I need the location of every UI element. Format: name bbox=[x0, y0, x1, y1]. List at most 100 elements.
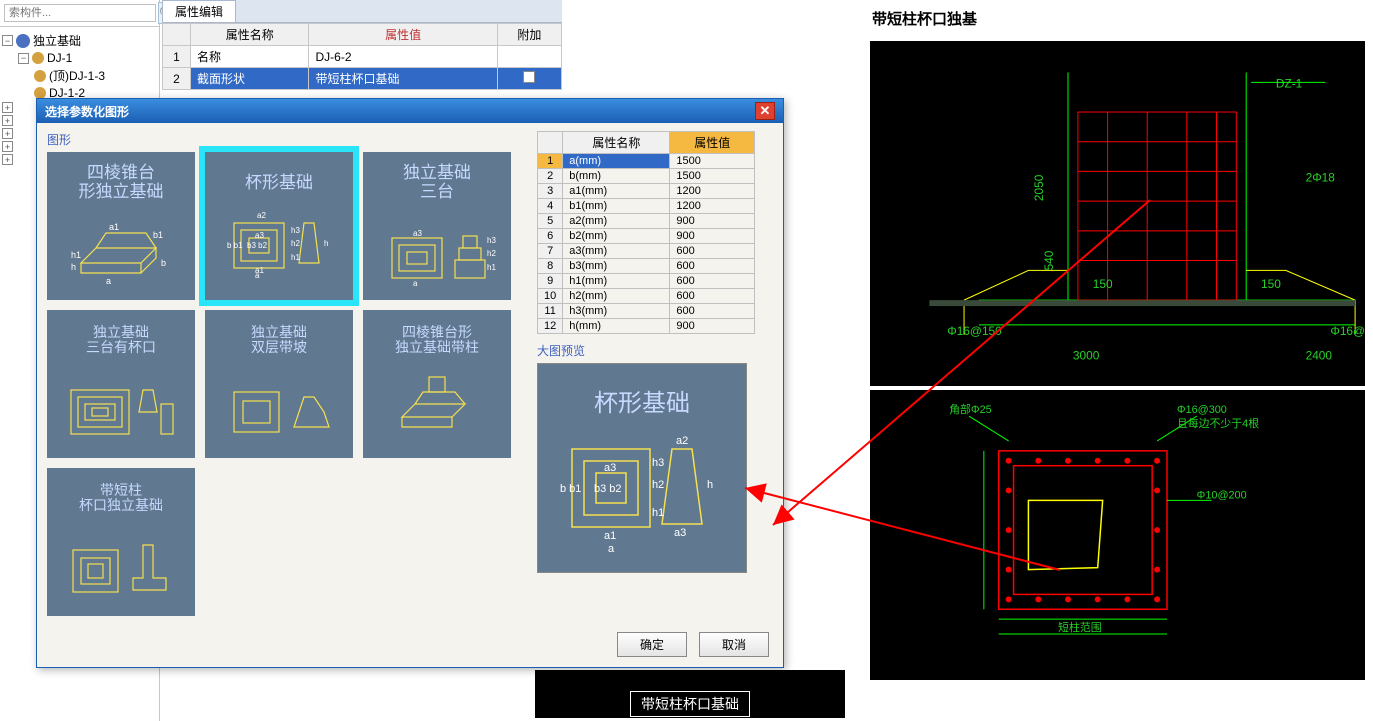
svg-text:h1: h1 bbox=[71, 250, 81, 260]
svg-text:a3: a3 bbox=[413, 229, 422, 238]
collapse-icon[interactable]: − bbox=[2, 35, 13, 46]
tree-root[interactable]: − 独立基础 bbox=[2, 31, 157, 50]
svg-text:a: a bbox=[413, 279, 418, 288]
svg-text:3000: 3000 bbox=[1073, 349, 1100, 363]
param-idx: 10 bbox=[538, 289, 563, 304]
folder-icon bbox=[16, 34, 30, 48]
shape-card-pyramid[interactable]: 四棱锥台形独立基础 h1h a1b1 ab bbox=[47, 152, 195, 300]
param-value[interactable]: 600 bbox=[670, 289, 755, 304]
param-idx: 6 bbox=[538, 229, 563, 244]
param-row[interactable]: 6 b2(mm) 900 bbox=[538, 229, 755, 244]
svg-text:b1: b1 bbox=[153, 230, 163, 240]
dialog-title: 选择参数化图形 bbox=[45, 103, 129, 120]
param-row[interactable]: 8 b3(mm) 600 bbox=[538, 259, 755, 274]
param-row[interactable]: 2 b(mm) 1500 bbox=[538, 169, 755, 184]
svg-text:a3: a3 bbox=[604, 462, 616, 474]
shape-card-cup[interactable]: 杯形基础 b b1b3 b2 a3a1 a2a h3h2 h1h bbox=[205, 152, 353, 300]
preview-box: 杯形基础 b b1 b3 b2 a3 a1 a a2 h3 h2 h1 bbox=[537, 363, 747, 573]
expand-icon[interactable]: + bbox=[2, 102, 13, 113]
param-value[interactable]: 900 bbox=[670, 214, 755, 229]
param-row[interactable]: 12 h(mm) 900 bbox=[538, 319, 755, 334]
close-icon: ✕ bbox=[760, 103, 771, 119]
ok-button[interactable]: 确定 bbox=[617, 632, 687, 657]
tree-leaf[interactable]: (顶)DJ-1-3 bbox=[34, 66, 157, 85]
expand-icon[interactable]: + bbox=[2, 128, 13, 139]
shapes-label: 图形 bbox=[47, 131, 527, 148]
param-value[interactable]: 1500 bbox=[670, 169, 755, 184]
svg-text:a3: a3 bbox=[674, 527, 686, 539]
col-value: 属性值 bbox=[309, 24, 497, 46]
param-name: h(mm) bbox=[563, 319, 670, 334]
checkbox-icon[interactable] bbox=[523, 71, 535, 83]
param-idx: 1 bbox=[538, 154, 563, 169]
preview-label: 大图预览 bbox=[537, 342, 755, 359]
dialog-titlebar[interactable]: 选择参数化图形 ✕ bbox=[37, 99, 783, 123]
param-value[interactable]: 600 bbox=[670, 304, 755, 319]
param-idx: 3 bbox=[538, 184, 563, 199]
row-add[interactable] bbox=[497, 68, 561, 90]
svg-text:a: a bbox=[608, 543, 615, 554]
svg-text:h3: h3 bbox=[291, 226, 300, 235]
shape-title: 独立基础三台 bbox=[403, 164, 471, 201]
prop-row[interactable]: 1 名称 DJ-6-2 bbox=[163, 46, 562, 68]
param-value[interactable]: 1500 bbox=[670, 154, 755, 169]
tree-node-dj1[interactable]: − DJ-1 bbox=[18, 50, 157, 66]
cancel-button[interactable]: 取消 bbox=[699, 632, 769, 657]
svg-text:h: h bbox=[324, 239, 328, 248]
shape-card-triple-cup[interactable]: 独立基础三台有杯口 bbox=[47, 310, 195, 458]
svg-text:Φ10@200: Φ10@200 bbox=[1197, 489, 1247, 501]
reference-title: 带短柱杯口独基 bbox=[862, 0, 1373, 37]
expand-icon[interactable]: + bbox=[2, 141, 13, 152]
expand-icon[interactable]: + bbox=[2, 115, 13, 126]
param-row[interactable]: 5 a2(mm) 900 bbox=[538, 214, 755, 229]
property-table: 属性名称 属性值 附加 1 名称 DJ-6-2 2 截面形状 带短柱杯口基础 bbox=[162, 23, 562, 90]
param-name: h3(mm) bbox=[563, 304, 670, 319]
shape-sketch: h1h a1b1 ab bbox=[61, 208, 181, 288]
param-value[interactable]: 900 bbox=[670, 319, 755, 334]
param-row[interactable]: 4 b1(mm) 1200 bbox=[538, 199, 755, 214]
shape-card-triple[interactable]: 独立基础三台 aa3 h3h2 h1 bbox=[363, 152, 511, 300]
param-value[interactable]: 600 bbox=[670, 274, 755, 289]
shapes-grid: 四棱锥台形独立基础 h1h a1b1 ab 杯形基础 bbox=[47, 152, 527, 616]
shape-card-double-slope[interactable]: 独立基础双层带坡 bbox=[205, 310, 353, 458]
bottom-title-band: 带短柱杯口基础 bbox=[535, 670, 845, 718]
collapse-icon[interactable]: − bbox=[18, 53, 29, 64]
row-value[interactable]: DJ-6-2 bbox=[309, 46, 497, 68]
param-value[interactable]: 600 bbox=[670, 244, 755, 259]
svg-text:150: 150 bbox=[1093, 277, 1113, 291]
param-row[interactable]: 11 h3(mm) 600 bbox=[538, 304, 755, 319]
shape-title: 独立基础双层带坡 bbox=[251, 326, 307, 357]
param-value[interactable]: 600 bbox=[670, 259, 755, 274]
prop-row-selected[interactable]: 2 截面形状 带短柱杯口基础 bbox=[163, 68, 562, 90]
shape-card-shortcol-cup[interactable]: 带短柱杯口独立基础 bbox=[47, 468, 195, 616]
svg-text:a3: a3 bbox=[255, 231, 264, 240]
tree-node-label: DJ-1 bbox=[47, 51, 72, 65]
tab-property-edit[interactable]: 属性编辑 bbox=[162, 0, 236, 22]
shape-title: 杯形基础 bbox=[245, 174, 313, 193]
param-row[interactable]: 7 a3(mm) 600 bbox=[538, 244, 755, 259]
row-value[interactable]: 带短柱杯口基础 bbox=[309, 68, 497, 90]
param-row[interactable]: 9 h1(mm) 600 bbox=[538, 274, 755, 289]
search-input[interactable] bbox=[4, 4, 156, 22]
reference-panel: 带短柱杯口独基 DZ-1 2050 2Φ18 bbox=[862, 0, 1373, 721]
param-idx: 9 bbox=[538, 274, 563, 289]
parameter-column: 属性名称 属性值 1 a(mm) 15002 b(mm) 15003 a1(mm… bbox=[537, 131, 755, 616]
col-idx bbox=[163, 24, 191, 46]
node-icon bbox=[34, 70, 46, 82]
param-name: a1(mm) bbox=[563, 184, 670, 199]
row-name: 截面形状 bbox=[191, 68, 309, 90]
param-value[interactable]: 1200 bbox=[670, 199, 755, 214]
shape-title: 独立基础三台有杯口 bbox=[86, 326, 156, 357]
param-row[interactable]: 1 a(mm) 1500 bbox=[538, 154, 755, 169]
svg-text:h: h bbox=[71, 262, 76, 272]
svg-text:b: b bbox=[161, 258, 166, 268]
close-button[interactable]: ✕ bbox=[755, 102, 775, 120]
tab-bar: 属性编辑 bbox=[162, 0, 562, 23]
param-row[interactable]: 3 a1(mm) 1200 bbox=[538, 184, 755, 199]
param-value[interactable]: 900 bbox=[670, 229, 755, 244]
param-row[interactable]: 10 h2(mm) 600 bbox=[538, 289, 755, 304]
param-value[interactable]: 1200 bbox=[670, 184, 755, 199]
param-name: b1(mm) bbox=[563, 199, 670, 214]
shape-card-pyramid-col[interactable]: 四棱锥台形独立基础带柱 bbox=[363, 310, 511, 458]
expand-icon[interactable]: + bbox=[2, 154, 13, 165]
